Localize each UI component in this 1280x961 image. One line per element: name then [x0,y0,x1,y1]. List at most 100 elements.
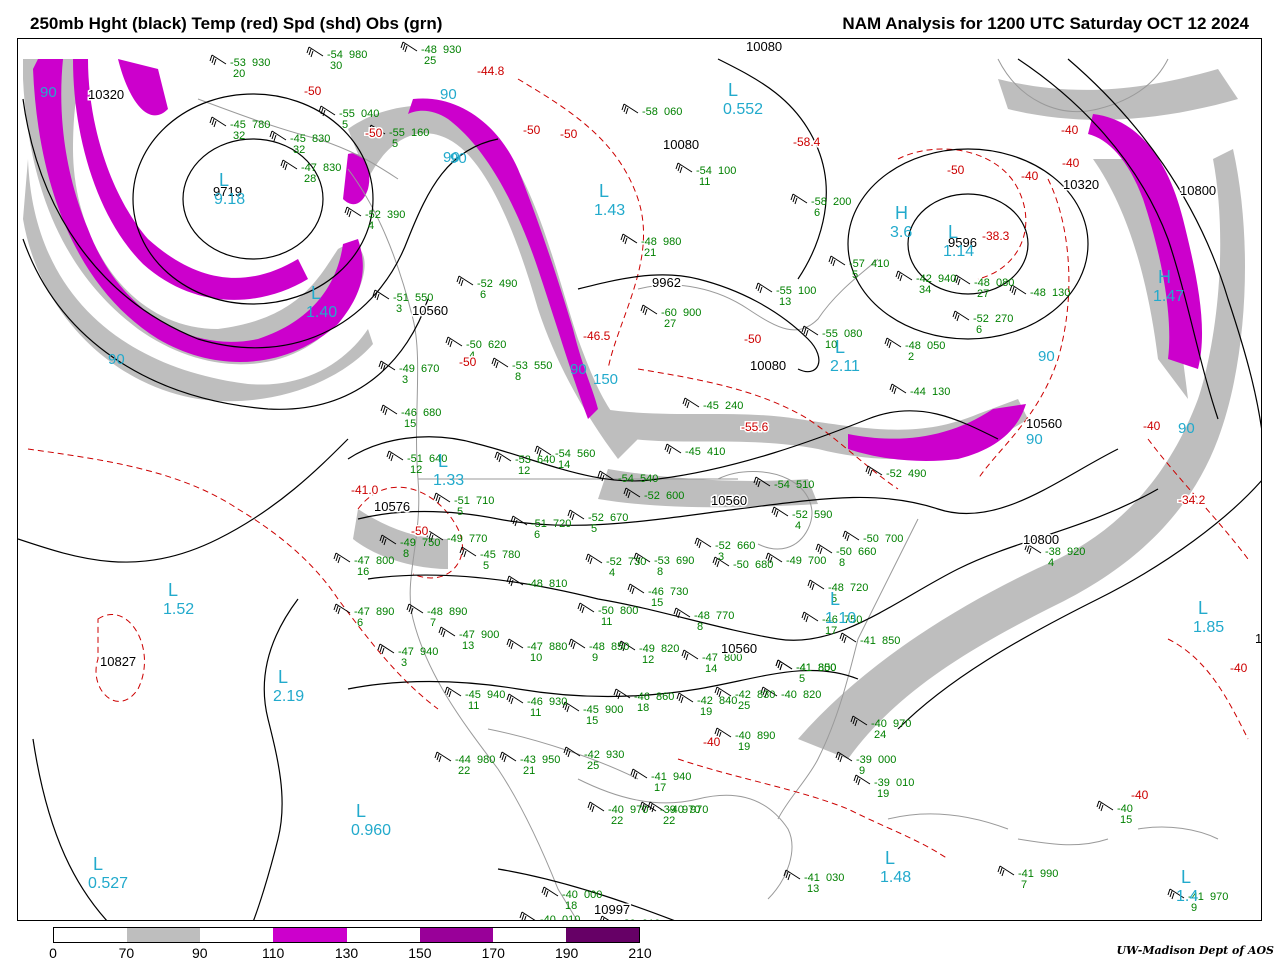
obs-height: 080 [844,328,862,340]
obs-height: 970 [1210,891,1228,903]
wind-barb [587,801,605,813]
obs-dewpoint-depression: 12 [518,465,530,477]
wind-barb [775,659,793,671]
height-contour-label: 10080 [750,358,786,373]
obs-dewpoint-depression: 32 [233,130,245,142]
obs-height: 750 [422,537,440,549]
obs-dewpoint-depression: 14 [705,663,717,675]
obs-dewpoint-depression: 16 [357,566,369,578]
obs-height: 720 [850,582,868,594]
wind-barb [406,603,424,615]
analysis-timestamp: NAM Analysis for 1200 UTC Saturday OCT 1… [842,14,1249,33]
obs-dewpoint-depression: 11 [468,700,479,712]
obs-temperature: -58 [642,106,658,118]
wind-barb [1096,800,1114,812]
obs-dewpoint-depression: 15 [404,418,416,430]
obs-temperature: -41 [860,635,876,647]
obs-dewpoint-depression: 22 [611,815,623,827]
legend-swatch [54,928,128,942]
temperature-label: -55.6 [741,420,769,434]
temperature-label: -58.4 [793,135,821,149]
obs-height: 060 [664,106,682,118]
obs-dewpoint-depression: 19 [700,706,712,718]
center-value-label: 1.14 [943,243,974,260]
wind-barb [801,611,819,623]
obs-dewpoint-depression: 5 [483,560,489,572]
obs-dewpoint-depression: 5 [342,119,348,131]
map-panel[interactable]: -53 930 20 -54 980 30 -48 930 25 -55 040 5 -45 780 32-… [17,38,1262,921]
obs-temperature: -48 [527,578,543,590]
obs-height: 930 [549,696,567,708]
obs-height: 240 [725,400,743,412]
temperature-label: -50 [947,163,965,177]
height-contour-label: 10320 [1063,177,1099,192]
center-value-label: 1.48 [880,869,911,886]
isotach-label: 90 [108,351,125,368]
obs-dewpoint-depression: 13 [779,296,791,308]
obs-dewpoint-depression: 12 [642,654,654,666]
low-center-marker: L [356,801,366,821]
low-center-marker: L [948,222,958,242]
obs-height: 850 [611,641,629,653]
legend-swatch [273,928,347,942]
obs-temperature: -45 [703,400,719,412]
temperature-contour-layer [27,78,1249,860]
obs-height: 900 [683,307,701,319]
obs-dewpoint-depression: 15 [1120,814,1132,826]
obs-dewpoint-depression: 14 [558,459,570,471]
wind-barb [953,274,971,286]
wind-barb [318,105,336,117]
obs-height: 830 [323,162,341,174]
obs-height: 970 [630,804,648,816]
obs-dewpoint-depression: 8 [515,371,521,383]
obs-dewpoint-depression: 6 [357,617,363,629]
center-value-label: 0.527 [88,875,128,892]
obs-height: 680 [423,407,441,419]
wind-barb [771,506,789,518]
obs-height: 990 [1040,868,1058,880]
wind-barb [807,579,825,591]
height-contour [18,438,349,563]
obs-dewpoint-depression: 8 [839,557,845,569]
obs-dewpoint-depression: 25 [587,760,599,772]
wind-barb [889,383,907,395]
obs-height: 660 [858,546,876,558]
obs-dewpoint-depression: 4 [368,220,374,232]
obs-height: 410 [871,258,889,270]
temperature-label: -50 [744,332,762,346]
wind-barb [433,492,451,504]
obs-dewpoint-depression: 20 [233,68,245,80]
center-value-label: 0.552 [723,101,763,118]
low-center-marker: L [438,451,448,471]
temperature-label: -50 [560,127,578,141]
obs-temperature: -45 [685,446,701,458]
obs-dewpoint-depression: 17 [654,782,666,794]
gulf-coast-outline [577,778,793,900]
obs-height: 940 [420,646,438,658]
obs-dewpoint-depression: 21 [644,247,656,259]
obs-height: 940 [938,273,956,285]
obs-height: 510 [796,479,814,491]
wind-barb [506,693,524,705]
wind-barb [400,41,418,53]
obs-height: 980 [477,754,495,766]
temperature-label: -50 [304,84,322,98]
temperature-label: -40 [1062,156,1080,170]
obs-height: 800 [620,605,638,617]
obs-height: 550 [534,360,552,372]
obs-temperature: -41 [796,662,812,674]
temperature-label: -40 [1131,788,1149,802]
isotach-label: 90 [1178,420,1195,437]
obs-dewpoint-depression: 19 [877,788,889,800]
obs-height: 130 [1052,287,1070,299]
obs-height: 050 [927,340,945,352]
obs-height: 920 [1067,546,1085,558]
obs-height: 780 [502,549,520,561]
obs-height: 980 [663,236,681,248]
height-contour-label: 10576 [374,499,410,514]
obs-height: 040 [361,108,379,120]
obs-temperature: -44 [910,386,926,398]
obs-height: 940 [487,689,505,701]
obs-height: 850 [882,635,900,647]
obs-dewpoint-depression: 3 [401,657,407,669]
